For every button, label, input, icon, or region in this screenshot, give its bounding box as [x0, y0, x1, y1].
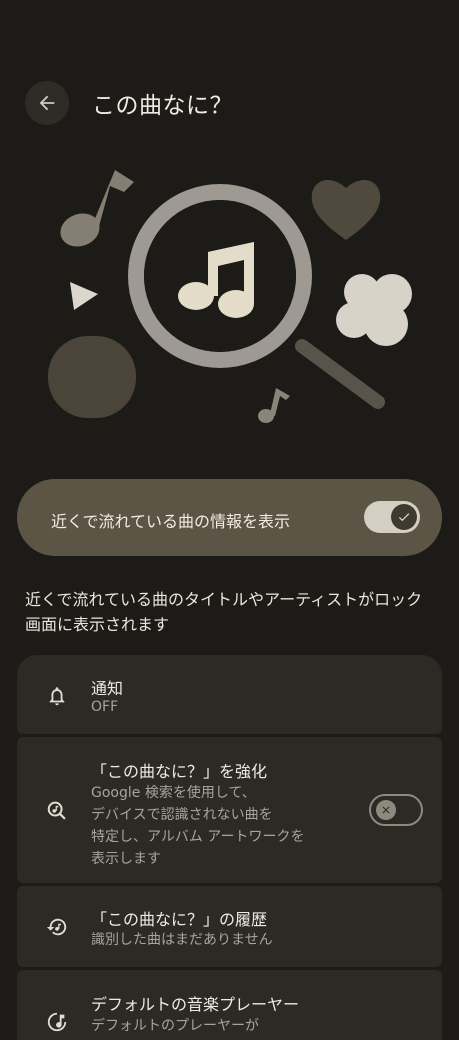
boost-switch[interactable]	[369, 794, 423, 826]
description-text: 近くで流れている曲のタイトルやアーティストがロック画面に表示されます	[25, 590, 423, 634]
app-bar: この曲なに？	[0, 0, 459, 160]
heart-icon	[311, 180, 381, 240]
player-subtitle: デフォルトのプレーヤーが	[91, 1018, 259, 1034]
boost-subtitle-4: 表示します	[91, 851, 161, 867]
boost-subtitle-2: デバイスで認識されない曲を	[91, 807, 273, 823]
bell-icon	[45, 684, 69, 708]
history-setting[interactable]: 「この曲なに？」の履歴 識別した曲はまだありません	[17, 886, 442, 967]
history-subtitle: 識別した曲はまだありません	[91, 932, 273, 948]
notification-setting[interactable]: 通知 OFF	[17, 655, 442, 734]
player-title: デフォルトの音楽プレーヤー	[91, 995, 300, 1014]
main-switch[interactable]	[364, 501, 420, 533]
history-title: 「この曲なに？」の履歴	[91, 910, 268, 929]
default-player-setting[interactable]: デフォルトの音楽プレーヤー デフォルトのプレーヤーが	[17, 970, 442, 1040]
history-music-icon	[45, 915, 69, 939]
boost-title: 「この曲なに？」を強化	[91, 762, 268, 781]
play-icon	[70, 282, 98, 310]
check-icon	[391, 504, 417, 530]
blob-shape	[48, 336, 136, 418]
close-icon	[376, 800, 396, 820]
boost-setting[interactable]: 「この曲なに？」を強化 Google 検索を使用して、 デバイスで認識されない曲…	[17, 737, 442, 883]
music-player-icon	[45, 1010, 69, 1034]
music-search-icon	[45, 798, 69, 822]
page-title: この曲なに？	[92, 93, 233, 119]
hero-illustration	[48, 170, 412, 423]
boost-subtitle-1: Google 検索を使用して、	[91, 785, 256, 801]
music-note-small-icon	[258, 388, 290, 423]
notification-subtitle: OFF	[91, 699, 119, 715]
toggle-label: 近くで流れている曲の情報を表示	[51, 512, 291, 531]
arrow-left-icon	[39, 95, 55, 111]
boost-subtitle-3: 特定し、アルバム アートワークを	[91, 829, 305, 845]
recognize-music-toggle-row[interactable]: 近くで流れている曲の情報を表示	[17, 479, 442, 556]
cloud-icon	[336, 274, 412, 346]
music-note-icon	[60, 170, 134, 247]
back-button[interactable]	[25, 81, 69, 125]
